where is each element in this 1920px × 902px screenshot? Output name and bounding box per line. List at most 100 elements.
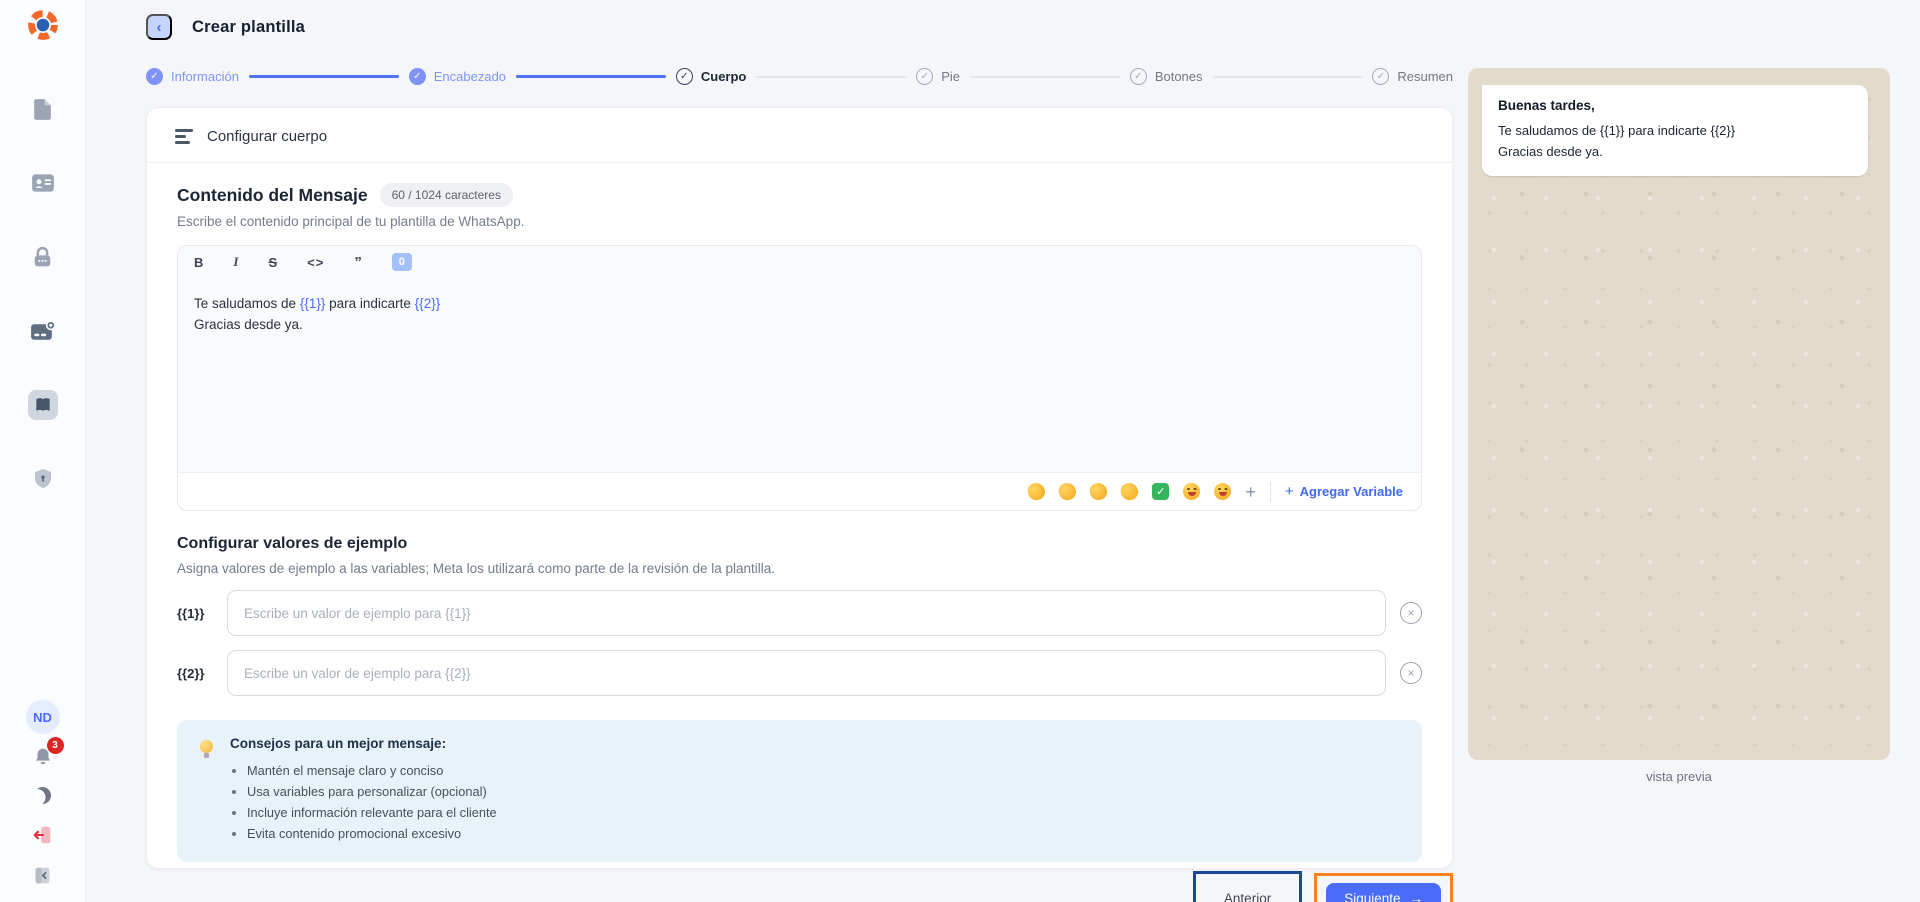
sidebar-item-access[interactable] — [28, 464, 58, 494]
step-connector — [1212, 75, 1363, 78]
annotation-box-anterior: Anterior — [1192, 871, 1303, 902]
book-icon — [35, 398, 50, 411]
example-value-input-1[interactable] — [227, 590, 1386, 636]
page-header: ‹ Crear plantilla — [146, 14, 1453, 40]
dark-mode-toggle[interactable] — [28, 780, 58, 810]
step-connector — [516, 75, 666, 78]
stepper: ✓ Información ✓ Encabezado ✓ Cuerpo ✓ Pi… — [146, 68, 1453, 85]
collapse-sidebar-button[interactable] — [28, 860, 58, 890]
sidebar-item-security[interactable] — [28, 242, 58, 272]
editor-text: para indicarte — [325, 296, 415, 311]
brand-logo[interactable] — [26, 8, 60, 42]
logout-button[interactable] — [28, 820, 58, 850]
variable-counter-badge: 0 — [391, 253, 412, 271]
previous-button[interactable]: Anterior — [1212, 884, 1283, 902]
step-botones[interactable]: ✓ Botones — [1129, 68, 1203, 85]
logout-icon — [33, 826, 50, 844]
body-config-card: Configurar cuerpo Contenido del Mensaje … — [146, 107, 1453, 869]
remove-variable-button-2[interactable]: × — [1400, 662, 1422, 684]
step-check-icon: ✓ — [1372, 68, 1390, 85]
back-button[interactable]: ‹ — [146, 14, 172, 40]
message-bubble: Buenas tardes, Te saludamos de {{1}} par… — [1482, 85, 1868, 176]
sidebar-item-catalog[interactable] — [27, 390, 58, 420]
char-counter-badge: 60 / 1024 caracteres — [379, 183, 513, 207]
step-informacion[interactable]: ✓ Información — [146, 68, 239, 85]
editor-footer-divider — [1269, 481, 1271, 502]
step-cuerpo[interactable]: ✓ Cuerpo — [675, 68, 746, 85]
italic-button[interactable]: I — [233, 254, 238, 270]
wave-emoji-icon[interactable] — [1026, 481, 1047, 502]
card-badge-icon — [31, 319, 56, 340]
main-content: ‹ Crear plantilla ✓ Información ✓ Encabe… — [86, 0, 1453, 902]
example-value-input-2[interactable] — [227, 650, 1386, 696]
sidebar-bottom: ND 3 — [25, 700, 64, 890]
editor-text: Te saludamos de — [194, 296, 300, 311]
editor-textarea[interactable]: Te saludamos de {{1}} para indicarte {{2… — [178, 278, 1421, 472]
example-row-2: {{2}} × — [177, 650, 1422, 696]
add-variable-label: Agregar Variable — [1299, 484, 1403, 499]
bubble-line-1: Te saludamos de {{1}} para indicarte {{2… — [1498, 123, 1736, 138]
editor-toolbar: B I S <> ” 0 — [178, 246, 1421, 278]
variable-token-1: {{1}} — [299, 296, 326, 311]
notifications-button[interactable]: 3 — [30, 737, 64, 770]
examples-heading: Configurar valores de ejemplo — [177, 535, 408, 552]
more-emoji-button[interactable]: + — [1245, 483, 1256, 501]
tip-item: Incluye información relevante para el cl… — [247, 802, 497, 823]
step-connector — [969, 75, 1120, 78]
card-section-title: Configurar cuerpo — [207, 128, 328, 145]
editor-line-2: Gracias desde ya. — [194, 317, 303, 332]
quote-button[interactable]: ” — [354, 254, 362, 271]
step-resumen[interactable]: ✓ Resumen — [1372, 68, 1453, 85]
add-variable-button[interactable]: + Agregar Variable — [1285, 483, 1403, 500]
example-row-1: {{1}} × — [177, 590, 1422, 636]
plus-icon: + — [1284, 483, 1294, 500]
sidebar-item-contacts[interactable] — [28, 168, 58, 198]
step-encabezado[interactable]: ✓ Encabezado — [408, 68, 506, 85]
message-heading-row: Contenido del Mensaje 60 / 1024 caracter… — [177, 183, 1422, 207]
step-connector — [248, 75, 399, 78]
sidebar-item-cards[interactable] — [28, 316, 58, 346]
smiling-face-emoji-icon[interactable] — [1183, 483, 1201, 500]
card-header: Configurar cuerpo — [147, 108, 1452, 163]
shield-key-icon — [34, 469, 51, 488]
page-title: Crear plantilla — [192, 17, 306, 36]
bubble-line-2: Gracias desde ya. — [1498, 144, 1603, 159]
next-button-label: Siguiente — [1344, 891, 1401, 902]
message-editor: B I S <> ” 0 Te saludamos de {{1}} para … — [177, 245, 1422, 511]
step-check-icon: ✓ — [1129, 68, 1147, 85]
step-label: Información — [171, 69, 239, 84]
sidebar-item-documents[interactable] — [28, 94, 58, 124]
message-heading: Contenido del Mensaje — [177, 184, 368, 205]
step-label: Botones — [1154, 69, 1203, 84]
bold-button[interactable]: B — [194, 255, 203, 270]
examples-subtitle: Asigna valores de ejemplo a las variable… — [177, 561, 776, 576]
raised-hands-emoji-icon[interactable] — [1088, 481, 1109, 502]
message-subtitle: Escribe el contenido principal de tu pla… — [177, 214, 525, 229]
check-mark-emoji-icon[interactable]: ✓ — [1152, 483, 1170, 500]
remove-variable-button-1[interactable]: × — [1400, 602, 1422, 624]
moon-icon — [32, 785, 52, 805]
step-pie[interactable]: ✓ Pie — [916, 68, 960, 85]
tips-box: Consejos para un mejor mensaje: Mantén e… — [177, 720, 1422, 862]
next-button[interactable]: Siguiente → — [1326, 883, 1441, 902]
strikethrough-button[interactable]: S — [268, 255, 277, 270]
preview-column: Buenas tardes, Te saludamos de {{1}} par… — [1453, 0, 1920, 902]
code-button[interactable]: <> — [307, 255, 324, 270]
grinning-face-emoji-icon[interactable] — [1214, 483, 1232, 500]
step-check-icon: ✓ — [675, 68, 693, 85]
annotation-box-siguiente: Siguiente → — [1314, 873, 1453, 902]
tip-item: Evita contenido promocional excesivo — [247, 823, 497, 844]
ok-hand-emoji-icon[interactable] — [1119, 481, 1140, 502]
user-avatar[interactable]: ND — [25, 700, 60, 734]
step-label: Resumen — [1397, 69, 1453, 84]
tip-item: Usa variables para personalizar (opciona… — [247, 781, 497, 802]
close-icon: × — [1407, 666, 1415, 680]
step-check-icon: ✓ — [146, 68, 163, 85]
wizard-footer: Anterior Siguiente → — [146, 871, 1453, 902]
whatsapp-preview-panel: Buenas tardes, Te saludamos de {{1}} par… — [1468, 68, 1890, 760]
variable-label-2: {{2}} — [177, 665, 205, 681]
close-icon: × — [1407, 606, 1415, 620]
thumbs-up-emoji-icon[interactable] — [1057, 481, 1078, 502]
editor-line-1: Te saludamos de {{1}} para indicarte {{2… — [194, 293, 1405, 314]
lightbulb-icon — [199, 740, 214, 758]
